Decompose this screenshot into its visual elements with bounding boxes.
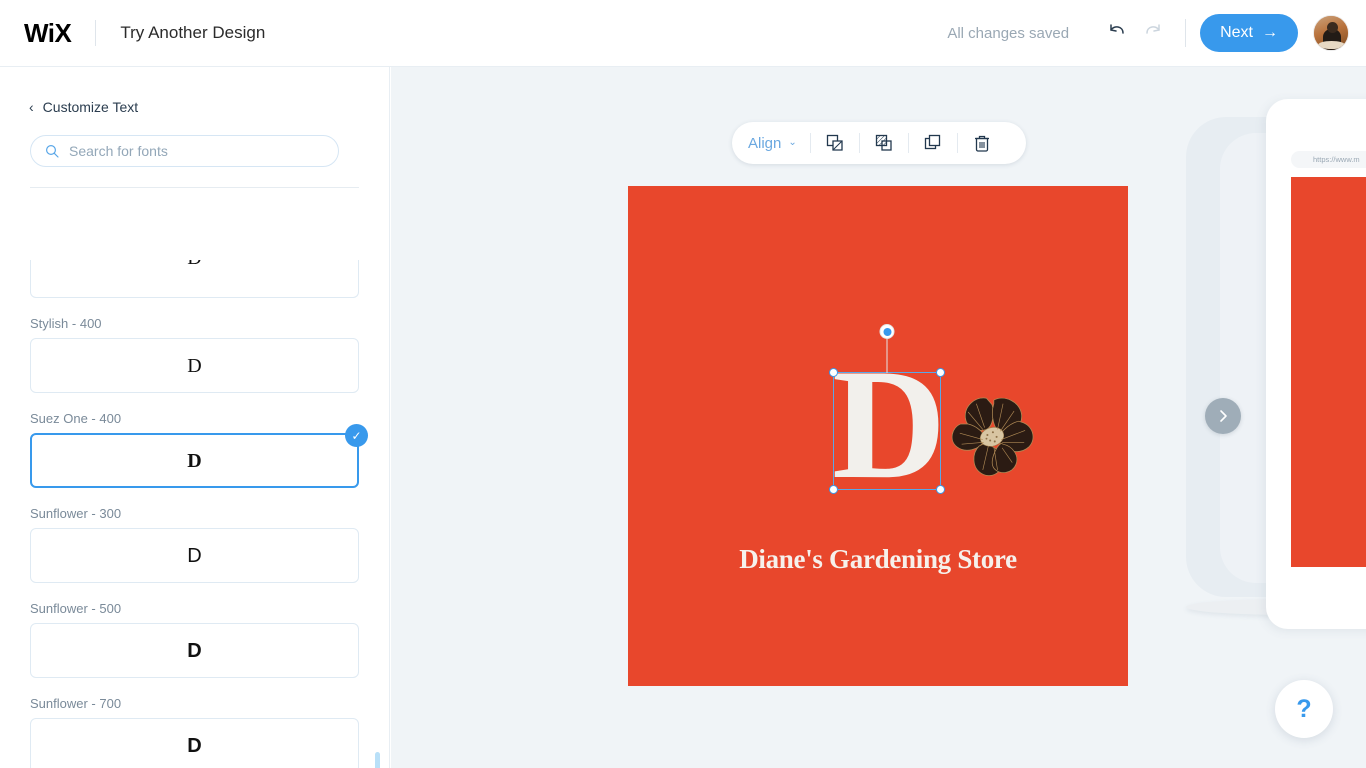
font-preview-glyph: D <box>187 354 202 377</box>
duplicate-button[interactable] <box>922 132 944 154</box>
toolbar-divider <box>809 133 811 153</box>
top-bar: WiX Try Another Design All changes saved… <box>0 0 1366 67</box>
delete-button[interactable] <box>971 132 993 154</box>
redo-icon <box>1146 24 1160 34</box>
font-item: Sunflower - 500 D <box>0 601 389 678</box>
duplicate-icon <box>924 134 940 150</box>
device-mockup-preview: https://www.m Dia <box>1186 87 1366 647</box>
transparency-icon <box>875 134 892 151</box>
editor-stage: Align ⌄ D Diane's Gardening Store https:… <box>391 67 1366 768</box>
chevron-left-icon: ‹ <box>29 99 34 115</box>
avatar-foreground <box>1318 41 1345 49</box>
header-divider <box>95 20 97 46</box>
actions-divider <box>1185 19 1187 47</box>
font-item: Suez One - 400 D ✓ <box>0 411 389 488</box>
font-list[interactable]: D Stylish - 400 D Suez One - 400 D ✓ Sun… <box>0 260 389 768</box>
font-preview-glyph: D <box>187 544 202 567</box>
redo-button[interactable] <box>1135 15 1171 51</box>
search-icon <box>45 144 59 158</box>
logo-maker-app: WiX Try Another Design All changes saved… <box>0 0 1366 768</box>
search-input[interactable] <box>69 143 319 159</box>
logo-business-name[interactable]: Diane's Gardening Store <box>628 544 1128 575</box>
sidebar-scrollbar-thumb[interactable] <box>375 752 380 768</box>
help-button[interactable]: ? <box>1275 680 1333 738</box>
font-card[interactable]: D <box>30 338 359 393</box>
chevron-right-icon <box>1220 410 1227 422</box>
align-label: Align <box>748 134 782 152</box>
font-preview-glyph: D <box>187 260 201 268</box>
next-button[interactable]: Next → <box>1200 14 1298 52</box>
sidebar: ‹ Customize Text D Stylish - 400 D <box>0 67 390 768</box>
align-dropdown[interactable]: Align ⌄ <box>748 135 797 152</box>
font-card[interactable]: D <box>30 718 359 768</box>
delete-icon <box>974 135 989 152</box>
mockup-screen: Dia <box>1291 177 1366 567</box>
logo-canvas[interactable]: D Diane's Gardening Store <box>628 186 1128 686</box>
save-status: All changes saved <box>947 24 1070 42</box>
back-to-customize-text[interactable]: ‹ Customize Text <box>29 99 389 115</box>
font-name: Sunflower - 500 <box>30 601 122 616</box>
font-item: Stylish - 400 D <box>0 316 389 393</box>
font-name: Stylish - 400 <box>30 316 102 331</box>
mockup-url-text: https://www.m <box>1313 155 1360 164</box>
chevron-down-icon: ⌄ <box>788 137 797 148</box>
toolbar-divider <box>858 133 860 153</box>
back-label: Customize Text <box>42 99 139 115</box>
mockup-device-body: https://www.m Dia <box>1266 99 1366 629</box>
top-bar-actions: All changes saved Next → <box>947 14 1366 52</box>
toolbar-divider <box>907 133 909 153</box>
sidebar-divider <box>30 187 359 188</box>
help-label: ? <box>1296 694 1312 723</box>
font-search[interactable] <box>30 135 339 167</box>
element-toolbar: Align ⌄ <box>732 122 1026 164</box>
arrange-layers-icon <box>826 134 843 151</box>
font-preview-glyph: D <box>187 639 202 662</box>
font-card[interactable]: D <box>30 528 359 583</box>
undo-button[interactable] <box>1099 15 1135 51</box>
font-name: Suez One - 400 <box>30 411 122 426</box>
transparency-button[interactable] <box>873 132 895 154</box>
font-item: Sunflower - 300 D <box>0 506 389 583</box>
font-name: Sunflower - 300 <box>30 506 122 521</box>
flower-illustration[interactable] <box>946 389 1038 481</box>
sidebar-scrollbar-track <box>375 260 380 768</box>
selected-check-icon: ✓ <box>345 424 368 447</box>
font-name: Sunflower - 700 <box>30 696 122 711</box>
mockup-url-bar: https://www.m <box>1291 151 1366 168</box>
font-preview-glyph: D <box>187 734 202 757</box>
font-card[interactable]: D <box>30 623 359 678</box>
arrange-layers-button[interactable] <box>824 132 846 154</box>
avatar[interactable] <box>1313 15 1349 51</box>
font-preview-glyph: D <box>187 449 202 472</box>
page-title: Try Another Design <box>120 23 266 42</box>
font-card-selected[interactable]: D ✓ <box>30 424 368 488</box>
logo-initial[interactable]: D <box>832 346 946 504</box>
font-item: Sunflower - 700 D <box>0 696 389 768</box>
wix-logo[interactable]: WiX <box>24 18 72 49</box>
next-preview-button[interactable] <box>1205 398 1241 434</box>
arrow-right-icon: → <box>1262 24 1278 41</box>
undo-icon <box>1110 24 1124 34</box>
next-button-label: Next <box>1220 24 1253 41</box>
font-card-clipped[interactable]: D <box>30 260 359 298</box>
toolbar-divider <box>956 133 958 153</box>
avatar-head <box>1327 22 1338 33</box>
